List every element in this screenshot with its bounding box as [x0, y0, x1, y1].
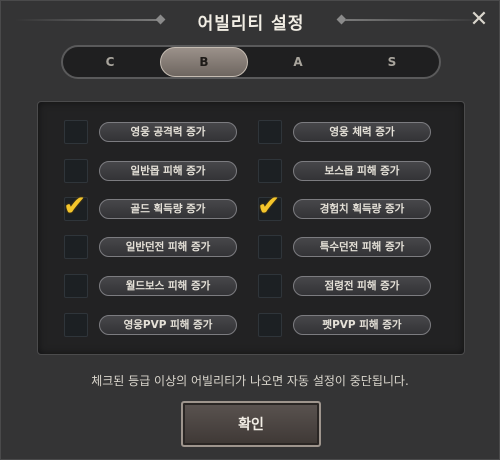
dialog-title: 어빌리티 설정 [197, 14, 305, 34]
ability-option-panel: ✔ 영웅 공격력 증가 ✔ 영웅 체력 증가 ✔ 일반몹 피해 증가 ✔ 보스몹… [37, 101, 465, 355]
option-hero-attack: ✔ 영웅 공격력 증가 [64, 119, 264, 145]
option-checkbox[interactable]: ✔ [257, 192, 282, 221]
option-label: 월드보스 피해 증가 [99, 276, 237, 296]
option-checkbox[interactable]: ✔ [258, 159, 282, 183]
option-label: 경험치 획득량 증가 [293, 199, 431, 219]
option-normal-dungeon-damage: ✔ 일반던전 피해 증가 [64, 234, 264, 260]
auto-stop-notice: 체크된 등급 이상의 어빌리티가 나오면 자동 설정이 중단됩니다. [91, 374, 409, 388]
option-checkbox[interactable]: ✔ [63, 192, 88, 221]
option-checkbox[interactable]: ✔ [64, 120, 88, 144]
checkmark-icon: ✔ [257, 189, 281, 222]
tab-grade-b[interactable]: B [160, 47, 248, 77]
title-divider-right [345, 19, 487, 21]
option-checkbox[interactable]: ✔ [258, 235, 282, 259]
grade-tabs: C B A S [61, 45, 441, 79]
dialog-header: 어빌리티 설정 ✕ [1, 1, 500, 41]
checkmark-icon: ✔ [63, 189, 87, 222]
option-label: 영웅PVP 피해 증가 [99, 315, 237, 335]
confirm-button[interactable]: 확인 [181, 401, 321, 447]
option-label: 특수던전 피해 증가 [293, 237, 431, 257]
ability-settings-dialog: 어빌리티 설정 ✕ C B A S ✔ 영웅 공격력 증가 ✔ 영웅 체력 증가… [0, 0, 500, 460]
option-checkbox[interactable]: ✔ [64, 274, 88, 298]
option-label: 일반몹 피해 증가 [99, 161, 237, 181]
option-label: 영웅 체력 증가 [293, 122, 431, 142]
tab-grade-a[interactable]: A [251, 47, 345, 77]
option-label: 골드 획득량 증가 [99, 199, 237, 219]
option-checkbox[interactable]: ✔ [258, 274, 282, 298]
option-normal-mob-damage: ✔ 일반몹 피해 증가 [64, 158, 264, 184]
close-icon[interactable]: ✕ [467, 7, 491, 32]
option-checkbox[interactable]: ✔ [258, 313, 282, 337]
tab-grade-s[interactable]: S [345, 47, 439, 77]
option-exp-gain: ✔ 경험치 획득량 증가 [257, 192, 458, 222]
option-hero-health: ✔ 영웅 체력 증가 [258, 119, 458, 145]
option-checkbox[interactable]: ✔ [64, 313, 88, 337]
option-checkbox[interactable]: ✔ [64, 235, 88, 259]
option-world-boss-damage: ✔ 월드보스 피해 증가 [64, 273, 264, 299]
option-label: 보스몹 피해 증가 [293, 161, 431, 181]
option-gold-gain: ✔ 골드 획득량 증가 [63, 192, 264, 222]
option-boss-mob-damage: ✔ 보스몹 피해 증가 [258, 158, 458, 184]
option-label: 펫PVP 피해 증가 [293, 315, 431, 335]
option-checkbox[interactable]: ✔ [258, 120, 282, 144]
option-occupation-war-damage: ✔ 점령전 피해 증가 [258, 273, 458, 299]
option-pet-pvp-damage: ✔ 펫PVP 피해 증가 [258, 312, 458, 338]
tab-grade-c[interactable]: C [63, 47, 157, 77]
option-hero-pvp-damage: ✔ 영웅PVP 피해 증가 [64, 312, 264, 338]
option-checkbox[interactable]: ✔ [64, 159, 88, 183]
option-label: 일반던전 피해 증가 [99, 237, 237, 257]
option-special-dungeon-damage: ✔ 특수던전 피해 증가 [258, 234, 458, 260]
option-label: 영웅 공격력 증가 [99, 122, 237, 142]
option-label: 점령전 피해 증가 [293, 276, 431, 296]
